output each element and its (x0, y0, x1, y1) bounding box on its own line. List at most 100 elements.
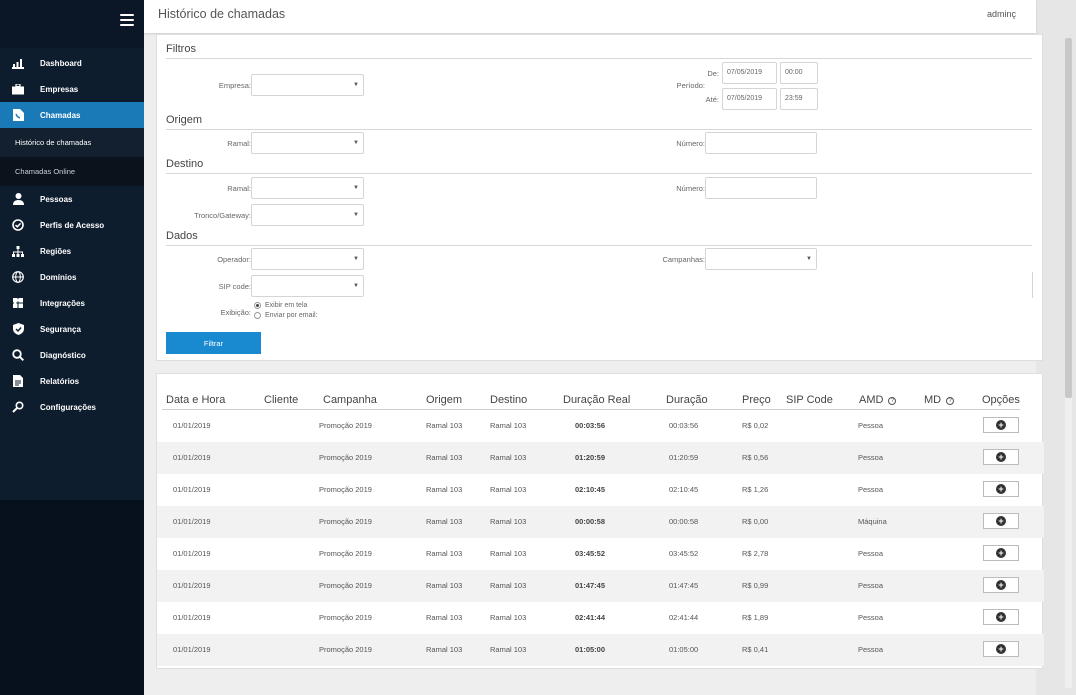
sidebar-item-dominios[interactable]: Domínios (0, 264, 144, 290)
column-header-md[interactable]: MD? (924, 394, 955, 406)
sidebar-item-pessoas[interactable]: Pessoas (0, 186, 144, 212)
section-title-destino: Destino (166, 158, 204, 170)
table-cell: Pessoa (858, 485, 884, 494)
column-header[interactable]: Origem (426, 394, 462, 406)
scrollbar-thumb[interactable] (1065, 38, 1072, 398)
table-cell: 03:45:52 (575, 549, 606, 558)
sip-code-select[interactable]: ▼ (251, 275, 364, 297)
column-header[interactable]: Preço (742, 394, 771, 406)
table-cell: Ramal 103 (490, 485, 527, 494)
sidebar-item-relatorios[interactable]: Relatórios (0, 368, 144, 394)
campanhas-label: Campanhas: (662, 255, 705, 264)
table-cell: R$ 1,26 (742, 485, 769, 494)
column-header[interactable]: Opções (982, 394, 1020, 406)
table-cell: Ramal 103 (426, 581, 463, 590)
column-header[interactable]: Duração Real (563, 394, 630, 406)
table-cell: Promoção 2019 (319, 581, 372, 590)
sidebar-item-dashboard[interactable]: Dashboard (0, 50, 144, 76)
radio-selected-icon (254, 302, 261, 309)
column-header-amd[interactable]: AMD? (859, 394, 897, 406)
row-options-button[interactable]: + (983, 641, 1019, 657)
sidebar-item-label: Regiões (40, 246, 72, 256)
radio-label: Enviar por email: (265, 312, 318, 319)
origem-numero-input[interactable] (705, 132, 817, 154)
help-icon[interactable]: ? (946, 397, 955, 405)
table-row: 01/01/2019 Promoção 2019 Ramal 103 Ramal 10… (157, 410, 1044, 442)
plus-circle-icon: + (996, 644, 1006, 654)
de-date-input[interactable]: 07/05/2019 (722, 62, 777, 84)
column-header[interactable]: Destino (490, 394, 527, 406)
tronco-select[interactable]: ▼ (251, 204, 364, 226)
sidebar-item-chamadas[interactable]: Chamadas (0, 102, 144, 128)
table-cell: 01/01/2019 (173, 517, 211, 526)
table-row: 01/01/2019 Promoção 2019 Ramal 103 Ramal 10… (157, 602, 1044, 634)
column-header[interactable]: Data e Hora (166, 394, 225, 406)
radio-exibir-tela[interactable]: Exibir em tela (254, 302, 307, 309)
chevron-down-icon: ▼ (806, 256, 812, 262)
hierarchy-icon (12, 245, 24, 257)
sidebar-item-diagnostico[interactable]: Diagnóstico (0, 342, 144, 368)
table-cell: R$ 0,02 (742, 421, 769, 430)
row-options-button[interactable]: + (983, 545, 1019, 561)
radio-enviar-email[interactable]: Enviar por email: (254, 312, 318, 319)
results-table: Data e Hora Cliente Campanha Origem Dest… (156, 373, 1044, 669)
filtrar-button[interactable]: Filtrar (166, 332, 261, 354)
sidebar-item-integracoes[interactable]: Integrações (0, 290, 144, 316)
row-options-button[interactable]: + (983, 609, 1019, 625)
chevron-down-icon: ▼ (353, 185, 359, 191)
row-options-button[interactable]: + (983, 513, 1019, 529)
help-icon[interactable]: ? (888, 397, 897, 405)
column-header[interactable]: Cliente (264, 394, 298, 406)
sidebar-item-label: Chamadas (40, 110, 81, 120)
sidebar-subitem-historico[interactable]: Histórico de chamadas (0, 128, 144, 157)
sidebar-subitem-chamadas-online[interactable]: Chamadas Online (0, 157, 144, 186)
campanhas-select[interactable]: ▼ (705, 248, 817, 270)
sidebar-item-perfis[interactable]: Perfis de Acesso (0, 212, 144, 238)
ate-time-input[interactable]: 23:59 (780, 88, 818, 110)
chevron-down-icon: ▼ (353, 82, 359, 88)
column-header[interactable]: Duração (666, 394, 708, 406)
column-header[interactable]: SIP Code (786, 394, 833, 406)
table-row: 01/01/2019 Promoção 2019 Ramal 103 Ramal 10… (157, 538, 1044, 570)
table-cell: 01:47:45 (575, 581, 606, 590)
radio-label: Exibir em tela (265, 302, 308, 309)
operador-select[interactable]: ▼ (251, 248, 364, 270)
hamburger-menu-icon[interactable] (120, 13, 134, 27)
row-options-button[interactable]: + (983, 449, 1019, 465)
sidebar-item-configuracoes[interactable]: Configurações (0, 394, 144, 420)
sidebar-item-empresas[interactable]: Empresas (0, 76, 144, 102)
row-options-button[interactable]: + (983, 417, 1019, 433)
sidebar-item-label: Perfis de Acesso (40, 220, 105, 230)
table-cell: Promoção 2019 (319, 485, 372, 494)
table-cell: 01/01/2019 (173, 645, 211, 654)
table-cell: 01:05:00 (575, 645, 606, 654)
origem-ramal-select[interactable]: ▼ (251, 132, 364, 154)
table-cell: Pessoa (858, 581, 884, 590)
column-header-label: AMD (859, 394, 884, 406)
row-options-button[interactable]: + (983, 577, 1019, 593)
destino-ramal-select[interactable]: ▼ (251, 177, 364, 199)
table-row: 01/01/2019 Promoção 2019 Ramal 103 Ramal 10… (157, 634, 1044, 666)
destino-numero-input[interactable] (705, 177, 817, 199)
sidebar: Dashboard Empresas Chamadas Histórico de… (0, 0, 144, 695)
table-cell: Promoção 2019 (319, 645, 372, 654)
sidebar-item-seguranca[interactable]: Segurança (0, 316, 144, 342)
chevron-down-icon: ▼ (353, 212, 359, 218)
table-cell: R$ 0,41 (742, 645, 769, 654)
ate-date-input[interactable]: 07/05/2019 (722, 88, 777, 110)
sidebar-footer (0, 500, 144, 695)
table-cell: Ramal 103 (490, 613, 527, 622)
chevron-down-icon: ▼ (353, 256, 359, 262)
operador-label: Operador: (217, 255, 251, 264)
sidebar-item-label: Domínios (40, 272, 77, 282)
row-options-button[interactable]: + (983, 481, 1019, 497)
sidebar-item-regioes[interactable]: Regiões (0, 238, 144, 264)
chevron-down-icon: ▼ (353, 140, 359, 146)
table-cell: Ramal 103 (426, 421, 463, 430)
table-cell: Ramal 103 (490, 645, 527, 654)
table-cell: Ramal 103 (426, 549, 463, 558)
user-name[interactable]: adminç (987, 9, 1016, 19)
empresa-select[interactable]: ▼ (251, 74, 364, 96)
de-time-input[interactable]: 00:00 (780, 62, 818, 84)
column-header[interactable]: Campanha (323, 394, 377, 406)
